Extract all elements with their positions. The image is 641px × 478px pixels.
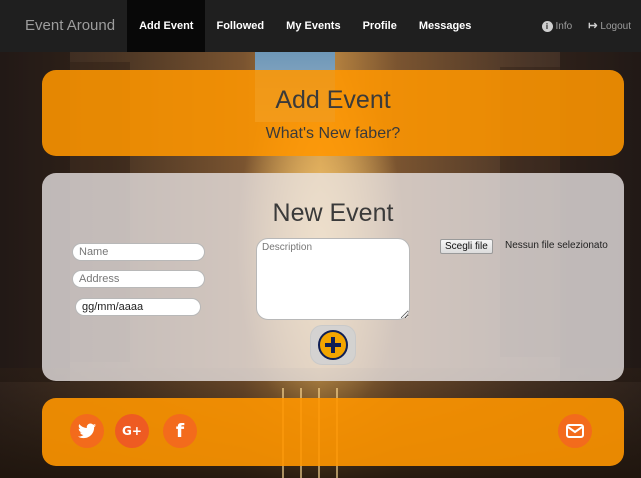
add-event-button[interactable]: [310, 325, 356, 365]
envelope-icon[interactable]: [558, 414, 592, 448]
new-event-form-panel: New Event Scegli file Nessun file selezi…: [42, 173, 624, 381]
form-title: New Event: [272, 199, 394, 227]
navbar-right: i Info ↦ Logout: [526, 19, 641, 32]
info-link[interactable]: i Info: [541, 20, 573, 32]
file-status-text: Nessun file selezionato: [505, 240, 608, 251]
logout-link[interactable]: ↦ Logout: [588, 19, 631, 32]
info-label: Info: [555, 20, 573, 32]
google-plus-icon[interactable]: G+: [115, 414, 149, 448]
address-input[interactable]: [72, 270, 205, 288]
navbar: Event Around Add Event Followed My Event…: [0, 0, 641, 52]
logout-label: Logout: [600, 20, 631, 32]
facebook-icon[interactable]: f: [163, 414, 197, 448]
description-textarea[interactable]: [256, 238, 410, 320]
nav-my-events[interactable]: My Events: [275, 0, 351, 52]
nav-add-event[interactable]: Add Event: [127, 0, 206, 52]
brand-link[interactable]: Event Around: [0, 0, 127, 52]
page-subtitle: What's New faber?: [265, 125, 401, 142]
social-footer-panel: G+ f: [42, 398, 624, 466]
logout-icon: ↦: [588, 19, 598, 32]
page-title: Add Event: [275, 86, 391, 114]
choose-file-button[interactable]: Scegli file: [440, 239, 493, 254]
info-circle-icon: i: [541, 20, 553, 32]
plus-circle-icon: [318, 330, 348, 360]
nav-profile[interactable]: Profile: [352, 0, 408, 52]
nav-messages[interactable]: Messages: [408, 0, 483, 52]
date-input[interactable]: [75, 298, 201, 316]
add-event-header-panel: Add Event What's New faber?: [42, 70, 624, 156]
nav-followed[interactable]: Followed: [205, 0, 275, 52]
name-input[interactable]: [72, 243, 205, 261]
twitter-icon[interactable]: [70, 414, 104, 448]
